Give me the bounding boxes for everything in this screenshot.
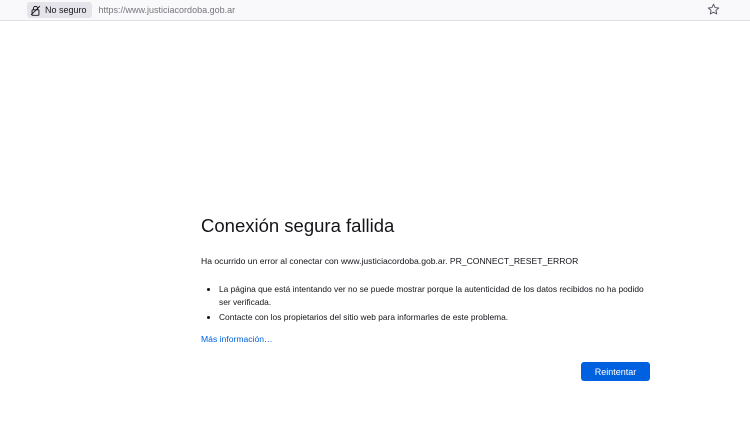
security-label: No seguro bbox=[45, 5, 87, 15]
address-bar: No seguro https://www.justiciacordoba.go… bbox=[0, 0, 750, 21]
insecure-lock-icon bbox=[30, 5, 41, 16]
error-details-list: La página que está intentando ver no se … bbox=[201, 283, 651, 324]
security-indicator[interactable]: No seguro bbox=[27, 2, 92, 18]
error-description: Ha ocurrido un error al conectar con www… bbox=[201, 256, 579, 266]
error-title: Conexión segura fallida bbox=[201, 215, 395, 236]
star-icon[interactable] bbox=[707, 3, 720, 16]
more-info-link[interactable]: Más información… bbox=[201, 334, 273, 344]
error-page: Conexión segura fallida Ha ocurrido un e… bbox=[201, 214, 651, 347]
error-detail-item: La página que está intentando ver no se … bbox=[219, 283, 651, 308]
error-detail-item: Contacte con los propietarios del sitio … bbox=[219, 311, 651, 324]
url-text[interactable]: https://www.justiciacordoba.gob.ar bbox=[99, 5, 236, 15]
retry-button[interactable]: Reintentar bbox=[581, 362, 650, 381]
